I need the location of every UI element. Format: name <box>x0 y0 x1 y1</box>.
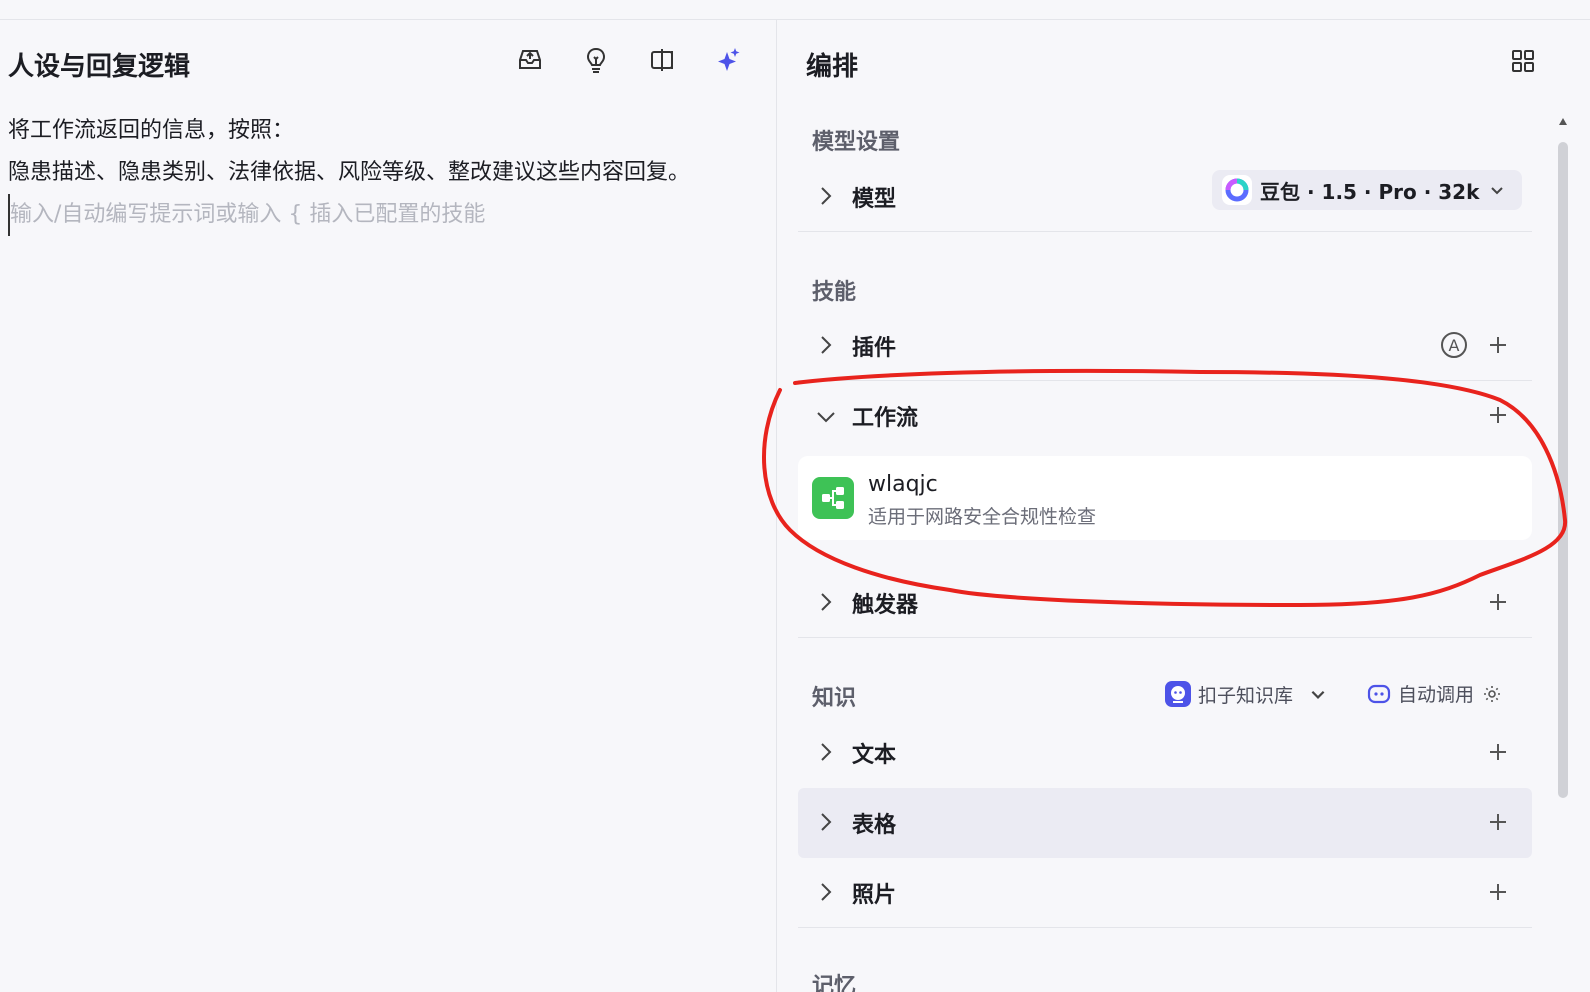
text-row[interactable]: 文本 <box>798 718 1532 788</box>
panel-title: 人设与回复逻辑 <box>8 52 191 82</box>
layout-grid-icon[interactable] <box>1510 48 1536 74</box>
prompt-placeholder: 输入/自动编写提示词或输入 { 插入已配置的技能 <box>8 194 768 236</box>
knowledge-base-selector[interactable]: 扣子知识库 <box>1164 680 1333 708</box>
add-workflow-icon[interactable] <box>1486 403 1510 427</box>
persona-panel: 人设与回复逻辑 将工作流返回的信息，按照： 隐患描述、隐患类别、法律依据、风险等… <box>0 20 777 992</box>
robot-icon <box>1367 684 1391 703</box>
row-label: 模型 <box>852 187 897 212</box>
svg-text:A: A <box>1449 336 1460 355</box>
doubao-logo-icon <box>1222 175 1252 205</box>
trigger-row[interactable]: 触发器 <box>798 568 1532 638</box>
chevron-down-icon <box>1311 690 1325 699</box>
add-plugin-icon[interactable] <box>1486 333 1510 357</box>
panel-title: 编排 <box>806 52 859 82</box>
section-label-model: 模型设置 <box>812 130 901 155</box>
gear-icon[interactable] <box>1482 684 1502 704</box>
plugin-row[interactable]: 插件 A <box>798 311 1532 381</box>
chevron-right-icon <box>821 883 832 901</box>
auto-call-setting[interactable]: 自动调用 <box>1366 680 1508 707</box>
inbox-upload-icon[interactable] <box>514 44 546 76</box>
row-label: 文本 <box>852 743 897 768</box>
photo-row[interactable]: 照片 <box>798 858 1532 928</box>
section-label-skills: 技能 <box>812 280 857 305</box>
scroll-up-arrow[interactable] <box>1558 116 1568 128</box>
add-text-icon[interactable] <box>1486 740 1510 764</box>
workflow-row[interactable]: 工作流 <box>798 381 1532 451</box>
model-name: 豆包 · 1.5 · Pro · 32k <box>1260 179 1480 204</box>
workflow-name: wlaqjc <box>868 472 938 497</box>
auto-call-label: 自动调用 <box>1398 684 1475 706</box>
workflow-item[interactable]: wlaqjc 适用于网路安全合规性检查 <box>798 456 1532 540</box>
scrollbar-thumb[interactable] <box>1558 142 1568 798</box>
table-row[interactable]: 表格 <box>798 788 1532 858</box>
compare-icon[interactable] <box>646 44 678 76</box>
add-trigger-icon[interactable] <box>1486 590 1510 614</box>
add-table-icon[interactable] <box>1486 810 1510 834</box>
prompt-line: 隐患描述、隐患类别、法律依据、风险等级、整改建议这些内容回复。 <box>8 160 691 185</box>
section-label-knowledge: 知识 <box>812 686 857 711</box>
coze-kb-icon <box>1165 681 1191 707</box>
kb-source-label: 扣子知识库 <box>1198 684 1294 707</box>
prompt-line: 将工作流返回的信息，按照： <box>8 118 295 143</box>
lightbulb-icon[interactable] <box>580 44 612 76</box>
row-label: 工作流 <box>852 406 919 431</box>
chevron-down-icon <box>1491 187 1504 195</box>
model-row[interactable]: 模型 豆包 · 1.5 · Pro · 32k <box>798 162 1532 232</box>
chevron-right-icon <box>821 813 832 831</box>
top-bar <box>0 0 1590 20</box>
row-label: 照片 <box>852 883 897 908</box>
row-label: 触发器 <box>852 593 919 618</box>
chevron-right-icon <box>821 187 832 205</box>
section-label-memory: 记忆 <box>812 974 857 992</box>
chevron-right-icon <box>821 336 832 354</box>
row-label: 插件 <box>852 336 897 361</box>
sparkle-icon[interactable] <box>712 44 744 76</box>
prompt-editor[interactable]: 将工作流返回的信息，按照： 隐患描述、隐患类别、法律依据、风险等级、整改建议这些… <box>8 110 768 236</box>
auto-a-icon[interactable]: A <box>1440 331 1468 359</box>
chevron-down-icon <box>817 412 835 423</box>
chevron-right-icon <box>821 743 832 761</box>
add-photo-icon[interactable] <box>1486 880 1510 904</box>
chevron-right-icon <box>821 593 832 611</box>
model-selector[interactable]: 豆包 · 1.5 · Pro · 32k <box>1212 170 1522 210</box>
row-label: 表格 <box>852 813 897 838</box>
workflow-description: 适用于网路安全合规性检查 <box>868 506 1097 528</box>
orchestration-panel: 编排 模型设置 模型 豆包 · 1.5 · Pro · 32k 技能 插件 A … <box>778 20 1590 992</box>
workflow-icon <box>812 477 854 519</box>
